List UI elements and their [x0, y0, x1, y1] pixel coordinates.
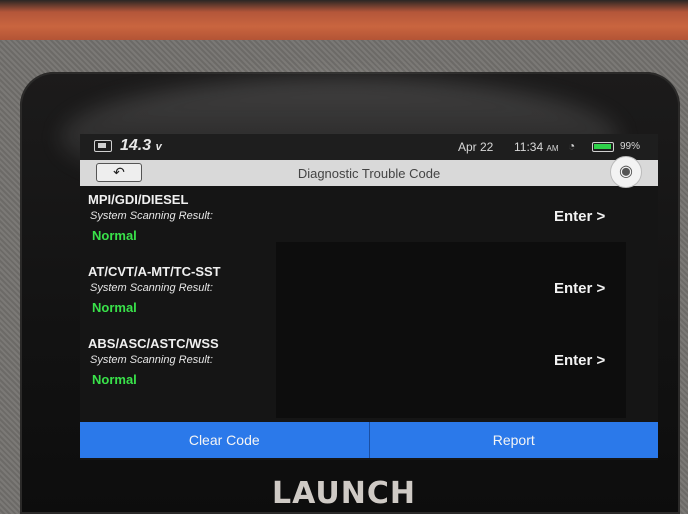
scan-result-value: Normal	[92, 372, 137, 387]
system-row: ABS/ASC/ASTC/WSS System Scanning Result:…	[80, 330, 658, 402]
enter-button[interactable]: Enter >	[554, 352, 605, 369]
page-title: Diagnostic Trouble Code	[297, 166, 441, 181]
enter-button[interactable]: Enter >	[554, 208, 605, 225]
scan-result-label: System Scanning Result:	[90, 282, 213, 294]
scan-result-value: Normal	[92, 300, 137, 315]
system-list: MPI/GDI/DIESEL System Scanning Result: N…	[80, 186, 658, 420]
camera-icon: ◉	[619, 163, 633, 180]
system-name: AT/CVT/A-MT/TC-SST	[88, 264, 221, 279]
action-footer: Clear Code Report	[80, 422, 658, 460]
wifi-icon: ◔	[568, 139, 576, 153]
clear-code-button[interactable]: Clear Code	[80, 422, 370, 458]
status-date: Apr 22	[458, 140, 494, 154]
car-battery-icon	[94, 140, 112, 152]
title-bar: ↶ Diagnostic Trouble Code ◉	[80, 156, 658, 188]
screenshot-button[interactable]: ◉	[610, 156, 642, 188]
enter-button[interactable]: Enter >	[554, 280, 605, 297]
system-row: AT/CVT/A-MT/TC-SST System Scanning Resul…	[80, 258, 658, 330]
status-bar: 14.3 v Apr 22 11:34 AM ◔ 99%	[80, 134, 658, 160]
system-row: MPI/GDI/DIESEL System Scanning Result: N…	[80, 186, 658, 258]
scan-result-value: Normal	[92, 228, 137, 243]
battery-percent: 99%	[620, 141, 641, 152]
battery-icon	[592, 142, 614, 152]
voltage-readout: 14.3 v	[120, 137, 162, 154]
scan-result-label: System Scanning Result:	[90, 354, 213, 366]
scan-result-label: System Scanning Result:	[90, 210, 213, 222]
system-name: ABS/ASC/ASTC/WSS	[88, 336, 219, 351]
status-time: 11:34 AM	[514, 140, 559, 154]
brand-logo: LAUNCH	[271, 476, 416, 511]
device-screen: 14.3 v Apr 22 11:34 AM ◔ 99% ↶ Diagnosti…	[80, 134, 658, 460]
system-name: MPI/GDI/DIESEL	[88, 192, 189, 207]
report-button[interactable]: Report	[369, 422, 658, 458]
